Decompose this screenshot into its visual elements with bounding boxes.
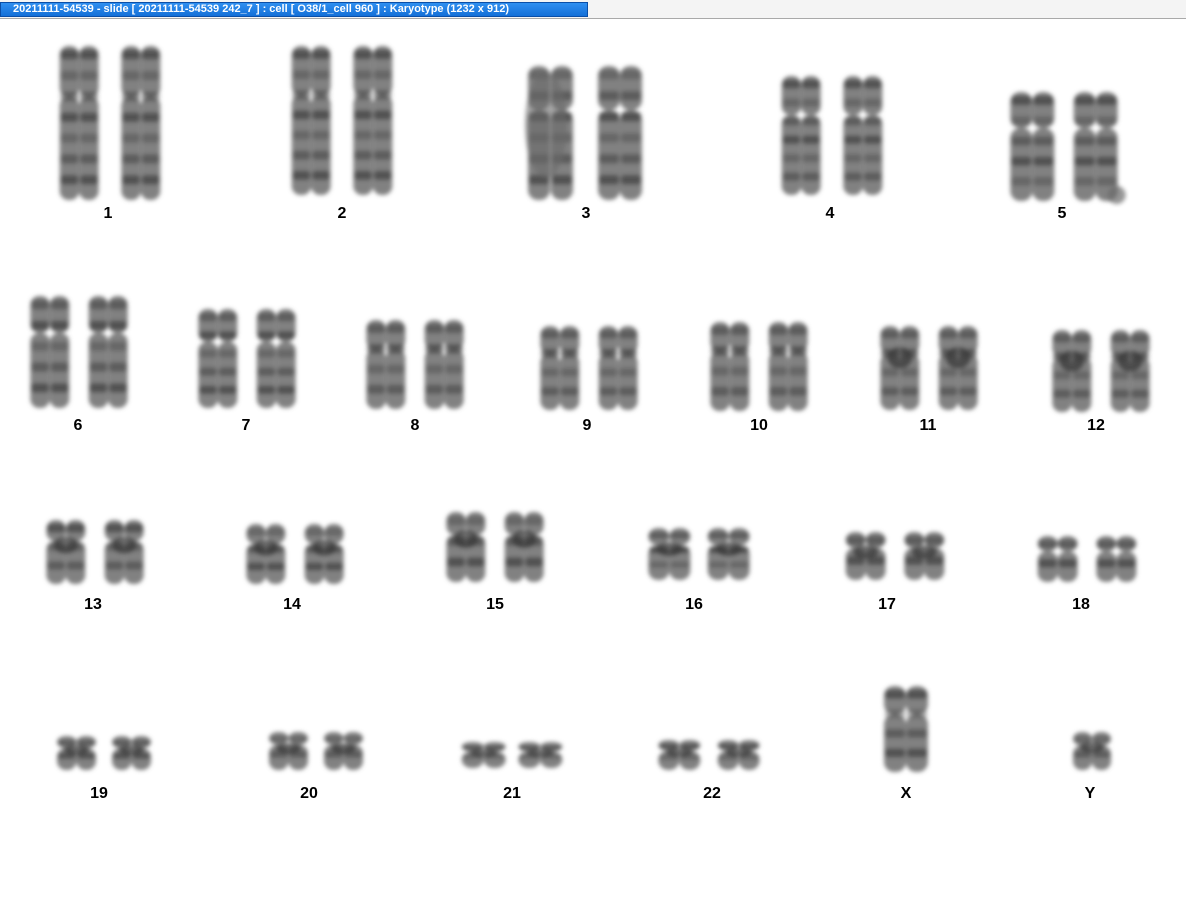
chromosome-pair-6-image — [30, 296, 128, 408]
chromosome-label-7: 7 — [241, 417, 251, 434]
chromosome-pair-5-image — [1010, 92, 1126, 204]
chromosome-pair-7-image — [198, 309, 296, 408]
chromosome-pair-11-image — [880, 326, 978, 410]
chromosome-pair-12-image — [1052, 330, 1150, 412]
chromosome-label-6: 6 — [73, 417, 83, 434]
chromosome-label-13: 13 — [84, 596, 102, 613]
chromosome-label-20: 20 — [300, 785, 318, 802]
chromosome-pair-3-image — [525, 66, 642, 200]
chromosome-pair-17-image — [845, 532, 945, 580]
chromosome-pair-9-image — [540, 326, 638, 410]
chromosome-label-18: 18 — [1072, 596, 1090, 613]
chromosome-pair-8-image — [366, 320, 464, 409]
chromosome-label-3: 3 — [581, 205, 591, 222]
chromosome-label-14: 14 — [283, 596, 301, 613]
chromosome-label-11: 11 — [919, 417, 937, 434]
chromosome-label-1: 1 — [103, 205, 113, 222]
chromosome-pair-1-image — [59, 46, 161, 200]
chromosome-pair-22-image — [658, 740, 760, 770]
chromosome-label-16: 16 — [685, 596, 703, 613]
chromosome-label-y: Y — [1084, 785, 1096, 802]
chromosome-label-10: 10 — [750, 417, 768, 434]
chromosome-label-9: 9 — [582, 417, 592, 434]
chromosome-label-19: 19 — [90, 785, 108, 802]
chromosome-pair-16-image — [648, 528, 750, 580]
window-titlebar: 20211111-54539 - slide [ 20211111-54539 … — [0, 0, 1186, 19]
chromosome-label-12: 12 — [1087, 417, 1105, 434]
chromosome-label-8: 8 — [410, 417, 420, 434]
karyotype-canvas: 1 2 3 4 5 6 7 8 9 10 11 12 13 14 15 16 1… — [0, 20, 1186, 901]
chromosome-pair-4-image — [781, 76, 883, 195]
chromosome-pair-10-image — [710, 322, 808, 411]
chromosome-pair-20-image — [269, 732, 363, 770]
window-title-tab[interactable]: 20211111-54539 - slide [ 20211111-54539 … — [0, 2, 588, 17]
chromosome-y-image — [1073, 732, 1111, 770]
chromosome-label-2: 2 — [337, 205, 347, 222]
chromosome-x-image — [884, 686, 928, 772]
chromosome-pair-14-image — [246, 524, 344, 584]
chromosome-label-5: 5 — [1057, 205, 1067, 222]
chromosome-pair-15-image — [446, 512, 544, 582]
chromosome-pair-19-image — [57, 736, 151, 770]
chromosome-pair-21-image — [461, 742, 563, 768]
chromosome-label-x: X — [900, 785, 912, 802]
chromosome-label-17: 17 — [878, 596, 896, 613]
chromosome-label-15: 15 — [486, 596, 504, 613]
chromosome-label-4: 4 — [825, 205, 835, 222]
chromosome-label-21: 21 — [503, 785, 521, 802]
chromosome-label-22: 22 — [703, 785, 721, 802]
chromosome-pair-2-image — [291, 46, 393, 195]
chromosome-pair-18-image — [1037, 536, 1137, 582]
chromosome-pair-13-image — [46, 520, 144, 584]
